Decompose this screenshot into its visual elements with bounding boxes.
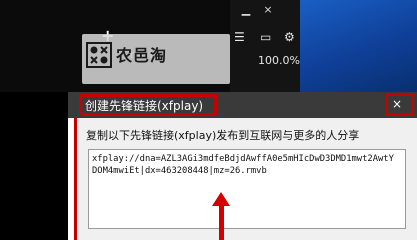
window-icon[interactable]: ▭ bbox=[260, 30, 271, 44]
xfplay-link-text[interactable]: xfplay://dna=AZL3AGi3mdfeBdjdAwffA0e5mHI… bbox=[92, 153, 398, 177]
create-link-dialog: 创建先锋链接(xfplay) × 复制以下先锋链接(xfplay)发布到互联网与… bbox=[68, 92, 417, 240]
progress-percent: 100.0% bbox=[258, 54, 300, 67]
share-instruction: 复制以下先锋链接(xfplay)发布到互联网与更多的人分享 bbox=[86, 129, 360, 142]
desktop-background bbox=[300, 0, 417, 92]
xfplay-link-textarea[interactable]: xfplay://dna=AZL3AGi3mdfeBdjdAwffA0e5mHI… bbox=[88, 149, 406, 229]
watermark-logo-icon bbox=[86, 42, 112, 68]
red-arrow-shaft bbox=[219, 204, 224, 240]
minimize-button[interactable]: ▁ bbox=[240, 4, 252, 16]
dialog-close-button[interactable]: × bbox=[392, 97, 402, 111]
menu-icon[interactable]: ☰ bbox=[234, 30, 245, 44]
watermark-text: 农邑淘 bbox=[116, 46, 168, 65]
watermark: 农邑淘 bbox=[82, 34, 230, 84]
dialog-title: 创建先锋链接(xfplay) bbox=[85, 99, 204, 113]
close-button[interactable]: × bbox=[262, 4, 274, 16]
settings-icon[interactable]: ⚙ bbox=[284, 30, 295, 44]
